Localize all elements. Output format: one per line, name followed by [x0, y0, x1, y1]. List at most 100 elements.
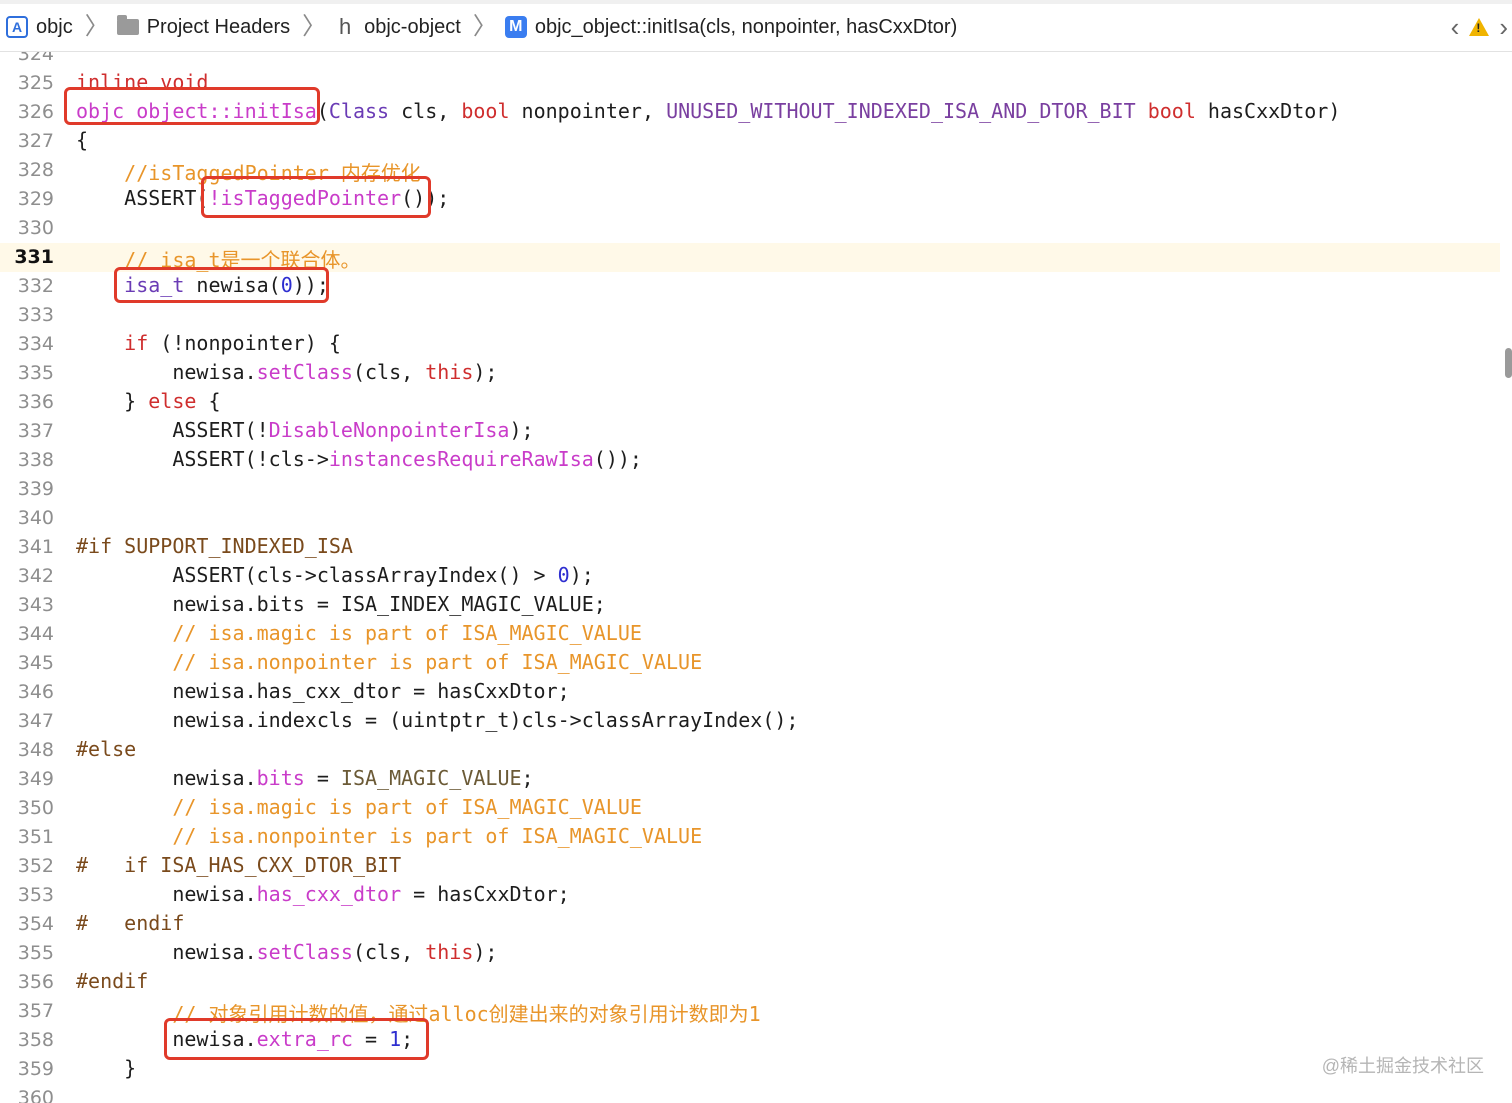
code-text: // isa.nonpointer is part of ISA_MAGIC_V…	[76, 824, 702, 848]
warning-glyph: !	[1476, 21, 1481, 35]
code-token: ASSERT(!cls->	[76, 447, 329, 471]
code-line[interactable]: 343 newisa.bits = ISA_INDEX_MAGIC_VALUE;	[0, 591, 1500, 620]
code-line[interactable]: 348 #else	[0, 736, 1500, 765]
line-number: 326	[17, 101, 54, 123]
line-number: 344	[17, 623, 54, 645]
code-token: ASSERT(	[76, 186, 209, 210]
code-line[interactable]: 338 ASSERT(!cls->instancesRequireRawIsa(…	[0, 446, 1500, 475]
code-token: );	[473, 940, 498, 964]
breadcrumb-item-objc-object[interactable]: h objc-object	[334, 14, 461, 40]
highlight-box-initisa	[64, 87, 320, 125]
line-number: 345	[17, 652, 54, 674]
code-text: newisa.setClass(cls, this);	[76, 940, 497, 964]
code-token: newisa.	[76, 360, 257, 384]
line-number: 335	[17, 362, 54, 384]
code-line[interactable]: 344 // isa.magic is part of ISA_MAGIC_VA…	[0, 620, 1500, 649]
code-line[interactable]: 337 ASSERT(!DisableNonpointerIsa);	[0, 417, 1500, 446]
line-number: 347	[17, 710, 54, 732]
code-token: );	[569, 563, 594, 587]
line-number: 360	[17, 1087, 54, 1103]
code-line[interactable]: 327 {	[0, 127, 1500, 156]
line-number: 348	[17, 739, 54, 761]
code-line[interactable]: 349 newisa.bits = ISA_MAGIC_VALUE;	[0, 765, 1500, 794]
code-token: (!nonpointer) {	[148, 331, 341, 355]
code-line[interactable]: 336 } else {	[0, 388, 1500, 417]
header-file-icon: h	[338, 14, 352, 39]
code-line[interactable]: 356 #endif	[0, 968, 1500, 997]
code-token: # if ISA_HAS_CXX_DTOR_BIT	[76, 853, 402, 877]
code-line[interactable]: 342 ASSERT(cls->classArrayIndex() > 0);	[0, 562, 1500, 591]
code-token: (cls,	[352, 940, 426, 964]
code-line[interactable]: 360	[0, 1084, 1500, 1103]
code-line[interactable]: 346 newisa.has_cxx_dtor = hasCxxDtor;	[0, 678, 1500, 707]
code-line[interactable]: 354 # endif	[0, 910, 1500, 939]
line-number: 330	[17, 217, 54, 239]
code-token: // isa.magic is part of ISA_MAGIC_VALUE	[76, 621, 642, 645]
chevron-left-icon[interactable]: ‹	[1451, 14, 1460, 40]
code-line[interactable]: 350 // isa.magic is part of ISA_MAGIC_VA…	[0, 794, 1500, 823]
line-number: 359	[17, 1058, 54, 1080]
code-line[interactable]: 340	[0, 504, 1500, 533]
code-token: ASSERT(cls->classArrayIndex() >	[76, 563, 558, 587]
line-number: 324	[17, 52, 54, 65]
breadcrumb-item-project-headers[interactable]: Project Headers	[116, 15, 290, 39]
line-number: 355	[17, 942, 54, 964]
code-token: bits	[256, 766, 305, 790]
code-token: {	[76, 128, 89, 152]
code-text: ASSERT(!DisableNonpointerIsa);	[76, 418, 533, 442]
highlight-box-extra-rc	[164, 1018, 429, 1060]
breadcrumb: A objc 〉 Project Headers 〉 h objc-object…	[0, 4, 965, 50]
line-number: 353	[17, 884, 54, 906]
code-text: newisa.bits = ISA_MAGIC_VALUE;	[76, 766, 533, 790]
line-number: 358	[17, 1029, 54, 1051]
code-text: // isa.nonpointer is part of ISA_MAGIC_V…	[76, 650, 702, 674]
folder-icon	[116, 15, 139, 35]
code-token: # endif	[76, 911, 185, 935]
code-token: newisa.has_cxx_dtor = hasCxxDtor;	[76, 679, 570, 703]
code-text: # if ISA_HAS_CXX_DTOR_BIT	[76, 853, 401, 877]
code-line[interactable]: 333	[0, 301, 1500, 330]
code-token: 0	[557, 563, 570, 587]
code-token: // isa.nonpointer is part of ISA_MAGIC_V…	[76, 650, 703, 674]
line-number: 354	[17, 913, 54, 935]
breadcrumb-label: objc_object::initIsa(cls, nonpointer, ha…	[534, 15, 958, 38]
code-line[interactable]: 351 // isa.nonpointer is part of ISA_MAG…	[0, 823, 1500, 852]
code-token: if	[124, 331, 149, 355]
chevron-right-icon: 〉	[84, 13, 109, 40]
code-token: UNUSED_WITHOUT_INDEXED_ISA_AND_DTOR_BIT	[666, 99, 1136, 123]
code-line[interactable]: 334 if (!nonpointer) {	[0, 330, 1500, 359]
line-number: 342	[17, 565, 54, 587]
code-token: Class	[328, 99, 390, 123]
code-token: // isa.magic is part of ISA_MAGIC_VALUE	[76, 795, 642, 819]
code-token: has_cxx_dtor	[256, 882, 402, 906]
code-line[interactable]: 353 newisa.has_cxx_dtor = hasCxxDtor;	[0, 881, 1500, 910]
code-line[interactable]: 324	[0, 52, 1500, 69]
code-line[interactable]: 330	[0, 214, 1500, 243]
breadcrumb-item-method[interactable]: M objc_object::initIsa(cls, nonpointer, …	[504, 15, 958, 39]
chevron-right-icon[interactable]: ›	[1499, 14, 1508, 40]
code-line[interactable]: 335 newisa.setClass(cls, this);	[0, 359, 1500, 388]
line-number: 331	[14, 246, 54, 268]
warning-icon[interactable]: !	[1469, 18, 1490, 36]
scrollbar-thumb[interactable]	[1505, 348, 1512, 378]
code-token: {	[196, 389, 221, 413]
line-number: 334	[17, 333, 54, 355]
code-line[interactable]: 355 newisa.setClass(cls, this);	[0, 939, 1500, 968]
code-line[interactable]: 347 newisa.indexcls = (uintptr_t)cls->cl…	[0, 707, 1500, 736]
code-text: if (!nonpointer) {	[76, 331, 341, 355]
code-line[interactable]: 352 # if ISA_HAS_CXX_DTOR_BIT	[0, 852, 1500, 881]
code-line[interactable]: 341 #if SUPPORT_INDEXED_ISA	[0, 533, 1500, 562]
code-text: newisa.setClass(cls, this);	[76, 360, 497, 384]
code-token: }	[76, 389, 149, 413]
code-text: newisa.indexcls = (uintptr_t)cls->classA…	[76, 708, 798, 732]
code-editor[interactable]: 324 325 inline void 326 objc_object::initIsa…	[0, 52, 1512, 1103]
code-token: else	[148, 389, 197, 413]
line-number: 338	[17, 449, 54, 471]
line-number: 336	[17, 391, 54, 413]
method-icon: M	[504, 16, 527, 38]
breadcrumb-item-objc[interactable]: A objc	[0, 16, 73, 39]
code-token: hasCxxDtor)	[1195, 99, 1341, 123]
code-line[interactable]: 339	[0, 475, 1500, 504]
code-line[interactable]: 345 // isa.nonpointer is part of ISA_MAG…	[0, 649, 1500, 678]
